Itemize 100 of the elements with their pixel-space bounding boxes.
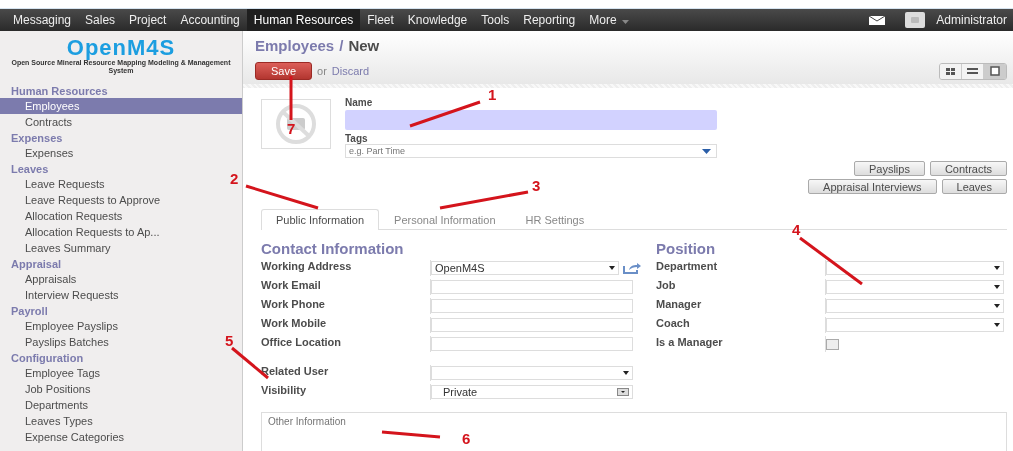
- text-field[interactable]: [431, 280, 633, 294]
- group-title: Position: [656, 240, 717, 259]
- avatar-icon: [905, 12, 926, 28]
- caret-icon: [609, 266, 615, 270]
- field-label: Coach: [656, 317, 826, 333]
- grid-icon: [946, 67, 955, 75]
- sidebar-item[interactable]: Allocation Requests: [0, 208, 215, 224]
- breadcrumb-current: New: [348, 37, 380, 54]
- caret-icon: [617, 388, 629, 396]
- form-view-button[interactable]: [984, 63, 1006, 79]
- menu-item[interactable]: Tools: [474, 9, 517, 31]
- tab[interactable]: Public Information: [261, 209, 380, 230]
- sidebar-item[interactable]: Departments: [0, 397, 215, 413]
- dropdown-field[interactable]: [826, 261, 1004, 275]
- discard-link[interactable]: Discard: [331, 65, 370, 77]
- sidebar-item[interactable]: Expenses: [0, 145, 215, 161]
- annotation-number: 7: [287, 120, 296, 137]
- logo-title: OpenM4S: [66, 37, 176, 59]
- text-field[interactable]: [431, 318, 633, 332]
- field-label: Name: [345, 97, 374, 108]
- sidebar-section-title: Payroll: [10, 304, 49, 318]
- annotation-number: 3: [532, 177, 541, 194]
- sidebar-item[interactable]: Interview Requests: [0, 287, 215, 303]
- annotation-number: 6: [462, 430, 471, 447]
- menu-item[interactable]: Project: [122, 9, 174, 31]
- sidebar-item[interactable]: Payslips Batches: [0, 334, 215, 350]
- sidebar-item[interactable]: Employee Payslips: [0, 318, 215, 334]
- save-button[interactable]: Save: [255, 62, 313, 80]
- tags-field[interactable]: e.g. Part Time: [345, 144, 717, 158]
- list-view-button[interactable]: [962, 63, 984, 79]
- caret-icon: [994, 304, 1000, 308]
- leader-line: [289, 76, 293, 120]
- sidebar-section-title: Appraisal: [10, 257, 63, 271]
- sidebar-item[interactable]: Expense Categories: [0, 429, 215, 445]
- caret-icon: [702, 149, 711, 154]
- select-field[interactable]: Private: [431, 385, 633, 399]
- or-text: or: [317, 65, 327, 77]
- caret-icon: [994, 285, 1000, 289]
- menu-item[interactable]: Sales: [78, 9, 123, 31]
- text-field[interactable]: [431, 337, 633, 351]
- sidebar-section-title: Configuration: [10, 351, 85, 365]
- name-field[interactable]: [345, 110, 717, 130]
- tab[interactable]: Personal Information: [379, 209, 511, 230]
- sidebar-item[interactable]: Leave Requests: [0, 176, 215, 192]
- sidebar-item[interactable]: Leave Requests to Approve: [0, 192, 215, 208]
- text-field[interactable]: [431, 299, 633, 313]
- envelope-icon[interactable]: [869, 15, 886, 25]
- sidebar-section-title: Expenses: [10, 131, 64, 145]
- leader-line: [799, 236, 863, 286]
- grid-view-button[interactable]: [940, 63, 962, 79]
- menu-item[interactable]: Reporting: [516, 9, 583, 31]
- checkbox[interactable]: [826, 338, 839, 350]
- field-label: Related User: [261, 365, 431, 381]
- field-label: Visibility: [261, 384, 431, 400]
- menu-item[interactable]: Human Resources: [246, 9, 361, 31]
- menu-item[interactable]: Messaging: [6, 9, 79, 31]
- user-menu[interactable]: Administrator: [929, 9, 1013, 31]
- leader-line: [381, 430, 441, 439]
- field-label: Working Address: [261, 260, 431, 276]
- leader-line: [409, 100, 481, 128]
- sidebar-item[interactable]: Contracts: [0, 114, 215, 130]
- annotation-number: 1: [488, 86, 497, 103]
- dropdown-field[interactable]: OpenM4S: [431, 261, 619, 275]
- smart-button[interactable]: Payslips: [853, 161, 925, 176]
- field-label: Job: [656, 279, 826, 295]
- tab[interactable]: HR Settings: [510, 209, 600, 230]
- smart-button[interactable]: Contracts: [929, 161, 1007, 176]
- sidebar-item[interactable]: Allocation Requests to Ap...: [0, 224, 215, 240]
- dropdown-field[interactable]: [826, 318, 1004, 332]
- sidebar-section-title: Leaves: [10, 162, 50, 176]
- field-label: Tags: [345, 133, 369, 144]
- menu-item[interactable]: Fleet: [360, 9, 401, 31]
- breadcrumb-separator: /: [339, 37, 344, 54]
- menu-item[interactable]: Knowledge: [400, 9, 475, 31]
- no-photo-icon[interactable]: [261, 99, 331, 149]
- sidebar-item[interactable]: Employee Tags: [0, 365, 215, 381]
- group-title: Contact Information: [261, 240, 405, 259]
- sidebar-item[interactable]: Employees: [0, 98, 242, 114]
- list-icon: [967, 68, 978, 74]
- annotation-number: 4: [792, 221, 801, 238]
- breadcrumb-link[interactable]: Employees: [255, 37, 335, 54]
- dropdown-field[interactable]: [826, 299, 1004, 313]
- sidebar-item[interactable]: Job Positions: [0, 381, 215, 397]
- external-link-icon[interactable]: [623, 262, 641, 274]
- sidebar-section-title: Human Resources: [10, 84, 109, 98]
- field-label: Department: [656, 260, 826, 276]
- smart-button[interactable]: Appraisal Interviews: [808, 179, 937, 194]
- annotation-number: 5: [225, 332, 234, 349]
- dropdown-field[interactable]: [431, 366, 633, 380]
- dropdown-field[interactable]: [826, 280, 1004, 294]
- sidebar-item[interactable]: Appraisals: [0, 271, 215, 287]
- field-label: Manager: [656, 298, 826, 314]
- caret-icon: [623, 371, 629, 375]
- sidebar-item[interactable]: Leaves Summary: [0, 240, 215, 256]
- annotation-number: 2: [230, 170, 239, 187]
- menu-item[interactable]: More: [582, 9, 636, 31]
- sidebar-item[interactable]: Leaves Types: [0, 413, 215, 429]
- smart-button[interactable]: Leaves: [941, 179, 1007, 194]
- caret-icon: [994, 323, 1000, 327]
- menu-item[interactable]: Accounting: [173, 9, 247, 31]
